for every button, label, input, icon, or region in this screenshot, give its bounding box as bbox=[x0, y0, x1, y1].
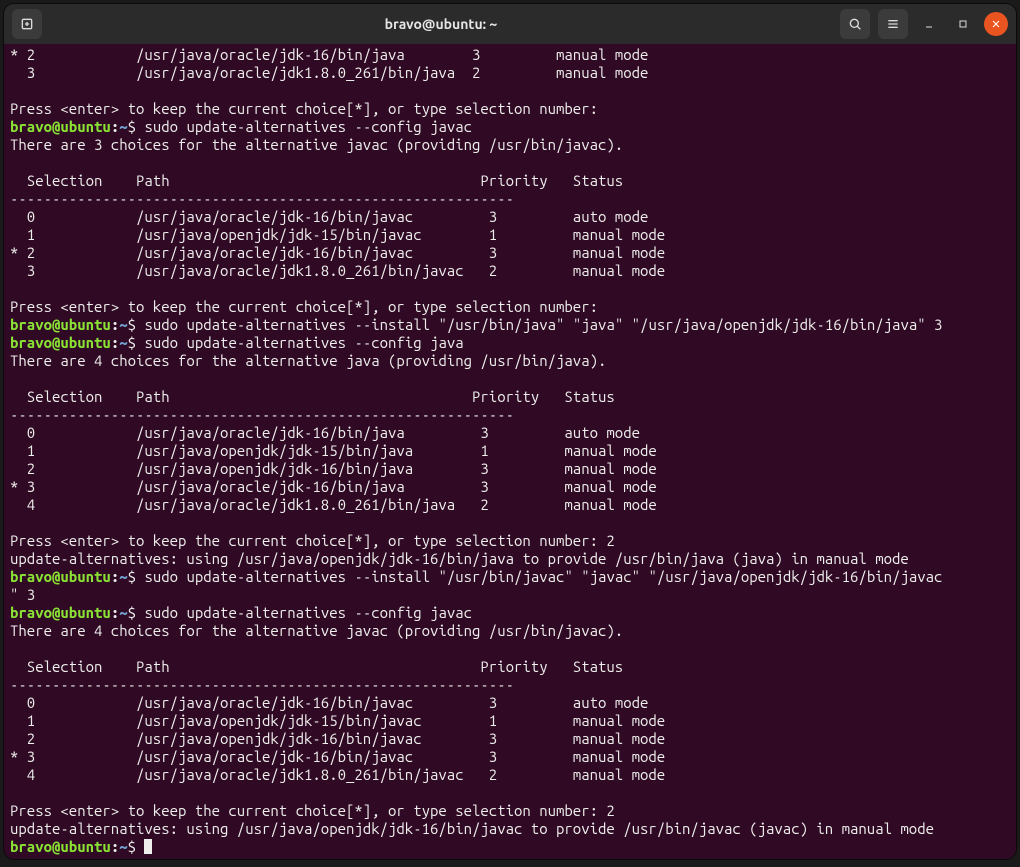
prompt-path: ~ bbox=[119, 838, 127, 855]
prompt-path: ~ bbox=[119, 118, 127, 135]
table-divider: ----------------------------------------… bbox=[10, 406, 514, 423]
command-text: " 3 bbox=[10, 586, 35, 603]
output-line: Press <enter> to keep the current choice… bbox=[10, 298, 606, 315]
table-row: * 3 /usr/java/oracle/jdk-16/bin/javac 3 … bbox=[10, 748, 665, 765]
command-text: sudo update-alternatives --install "/usr… bbox=[144, 568, 942, 585]
table-row: 1 /usr/java/openjdk/jdk-15/bin/java 1 ma… bbox=[10, 442, 657, 459]
table-row: * 3 /usr/java/oracle/jdk-16/bin/java 3 m… bbox=[10, 478, 657, 495]
table-divider: ----------------------------------------… bbox=[10, 190, 514, 207]
command-text: sudo update-alternatives --config java bbox=[144, 334, 463, 351]
table-divider: ----------------------------------------… bbox=[10, 676, 514, 693]
prompt-colon: : bbox=[111, 604, 119, 621]
search-button[interactable] bbox=[840, 9, 870, 39]
cursor-icon bbox=[144, 839, 152, 854]
prompt-dollar: $ bbox=[128, 604, 145, 621]
prompt-colon: : bbox=[111, 118, 119, 135]
prompt-path: ~ bbox=[119, 604, 127, 621]
table-row: 4 /usr/java/oracle/jdk1.8.0_261/bin/java… bbox=[10, 496, 657, 513]
prompt-dollar: $ bbox=[128, 568, 145, 585]
table-row: 0 /usr/java/oracle/jdk-16/bin/javac 3 au… bbox=[10, 694, 648, 711]
prompt-colon: : bbox=[111, 316, 119, 333]
terminal-window: bravo@ubuntu: ~ * 2 /usr/java/oracle/jdk… bbox=[4, 4, 1016, 859]
output-line: Press <enter> to keep the current choice… bbox=[10, 532, 615, 549]
table-row: * 2 /usr/java/oracle/jdk-16/bin/javac 3 … bbox=[10, 244, 665, 261]
table-row: 4 /usr/java/oracle/jdk1.8.0_261/bin/java… bbox=[10, 766, 665, 783]
output-line: Press <enter> to keep the current choice… bbox=[10, 100, 606, 117]
prompt-user: bravo@ubuntu bbox=[10, 838, 111, 855]
table-row: 1 /usr/java/openjdk/jdk-15/bin/javac 1 m… bbox=[10, 226, 665, 243]
maximize-button[interactable] bbox=[950, 11, 976, 37]
table-row: 0 /usr/java/oracle/jdk-16/bin/javac 3 au… bbox=[10, 208, 648, 225]
command-text: sudo update-alternatives --install "/usr… bbox=[144, 316, 942, 333]
output-line: update-alternatives: using /usr/java/ope… bbox=[10, 820, 934, 837]
prompt-colon: : bbox=[111, 838, 119, 855]
prompt-path: ~ bbox=[119, 316, 127, 333]
command-text: sudo update-alternatives --config javac bbox=[144, 604, 472, 621]
output-line: * 2 /usr/java/oracle/jdk-16/bin/java 3 m… bbox=[10, 46, 648, 63]
minimize-button[interactable] bbox=[916, 11, 942, 37]
prompt-user: bravo@ubuntu bbox=[10, 334, 111, 351]
terminal-content[interactable]: * 2 /usr/java/oracle/jdk-16/bin/java 3 m… bbox=[4, 44, 1016, 859]
close-button[interactable] bbox=[984, 12, 1008, 36]
prompt-user: bravo@ubuntu bbox=[10, 118, 111, 135]
output-line: There are 3 choices for the alternative … bbox=[10, 136, 623, 153]
prompt-user: bravo@ubuntu bbox=[10, 604, 111, 621]
prompt-path: ~ bbox=[119, 334, 127, 351]
new-tab-button[interactable] bbox=[12, 9, 42, 39]
table-row: 1 /usr/java/openjdk/jdk-15/bin/javac 1 m… bbox=[10, 712, 665, 729]
output-line: 3 /usr/java/oracle/jdk1.8.0_261/bin/java… bbox=[10, 64, 648, 81]
table-header: Selection Path Priority Status bbox=[10, 658, 623, 675]
titlebar: bravo@ubuntu: ~ bbox=[4, 4, 1016, 44]
prompt-dollar: $ bbox=[128, 334, 145, 351]
output-line: update-alternatives: using /usr/java/ope… bbox=[10, 550, 909, 567]
table-row: 2 /usr/java/openjdk/jdk-16/bin/javac 3 m… bbox=[10, 730, 665, 747]
output-line: There are 4 choices for the alternative … bbox=[10, 622, 623, 639]
prompt-dollar: $ bbox=[128, 316, 145, 333]
prompt-colon: : bbox=[111, 568, 119, 585]
table-row: 3 /usr/java/oracle/jdk1.8.0_261/bin/java… bbox=[10, 262, 665, 279]
prompt-user: bravo@ubuntu bbox=[10, 316, 111, 333]
prompt-colon: : bbox=[111, 334, 119, 351]
prompt-user: bravo@ubuntu bbox=[10, 568, 111, 585]
window-title: bravo@ubuntu: ~ bbox=[50, 16, 832, 32]
prompt-path: ~ bbox=[119, 568, 127, 585]
prompt-dollar: $ bbox=[128, 838, 145, 855]
menu-button[interactable] bbox=[878, 9, 908, 39]
output-line: Press <enter> to keep the current choice… bbox=[10, 802, 615, 819]
table-header: Selection Path Priority Status bbox=[10, 172, 623, 189]
command-text: sudo update-alternatives --config javac bbox=[144, 118, 472, 135]
output-line: There are 4 choices for the alternative … bbox=[10, 352, 606, 369]
table-row: 2 /usr/java/openjdk/jdk-16/bin/java 3 ma… bbox=[10, 460, 657, 477]
table-row: 0 /usr/java/oracle/jdk-16/bin/java 3 aut… bbox=[10, 424, 640, 441]
table-header: Selection Path Priority Status bbox=[10, 388, 615, 405]
prompt-dollar: $ bbox=[128, 118, 145, 135]
